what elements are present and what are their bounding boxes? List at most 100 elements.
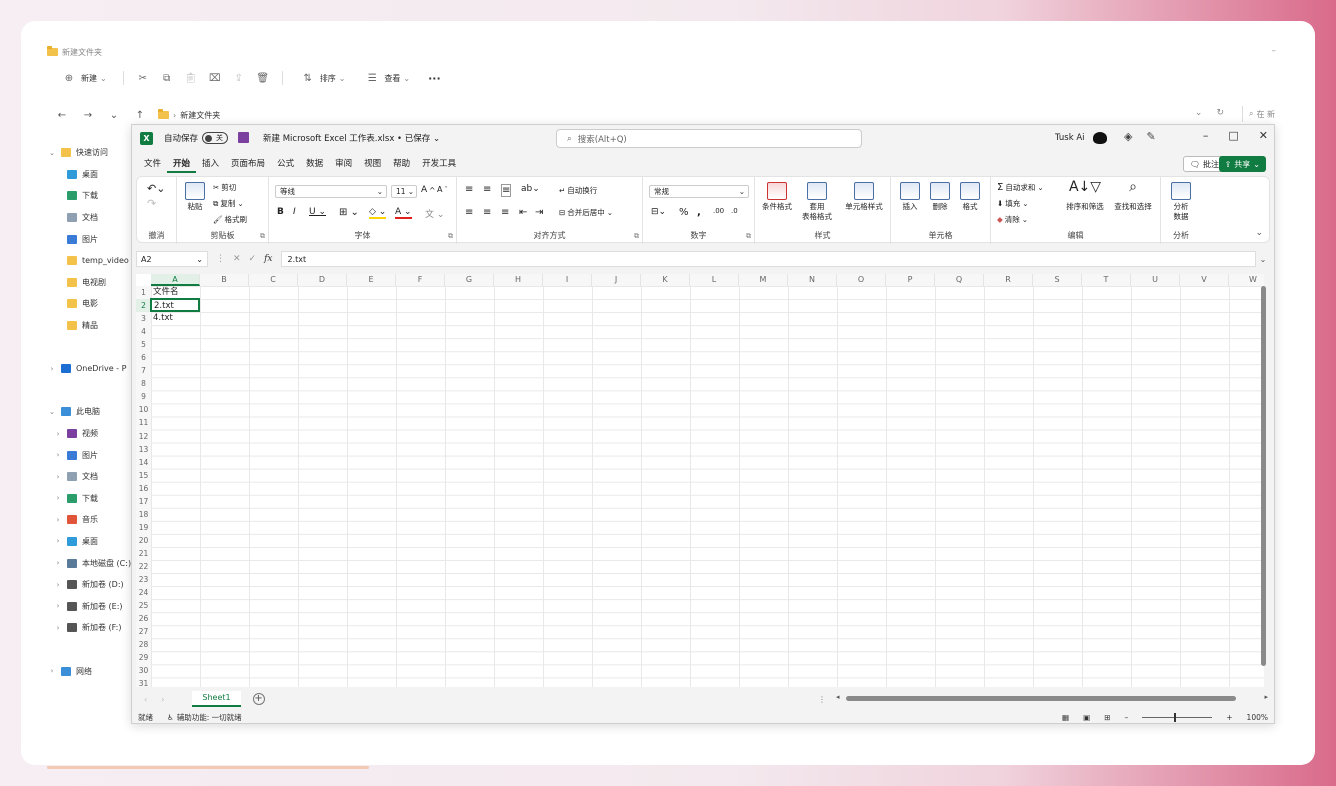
format-as-table-button[interactable]: 套用 表格格式 [797,182,837,222]
align-left-icon[interactable]: ≡ [465,207,473,218]
tab-6[interactable]: 审阅 [329,155,358,173]
column-header[interactable]: J [592,274,641,286]
column-header[interactable]: G [445,274,494,286]
close-icon[interactable]: ✕ [1259,129,1268,142]
worksheet-grid[interactable]: ABCDEFGHIJKLMNOPQRSTUVW 1 2 3 4 5 6 7 8 9 10 11 12 1… [136,274,1264,687]
increase-decimal-icon[interactable]: .00 [713,207,724,215]
format-cells-button[interactable]: 格式 [955,182,985,212]
pen-icon[interactable]: ✎ [1146,130,1155,143]
more-button[interactable]: ··· [422,70,447,87]
row-header[interactable]: 24 [136,586,151,600]
row-header[interactable]: 22 [136,559,151,574]
down-arrow-icon[interactable]: ⌄ [106,110,122,121]
sort-filter-button[interactable]: A↓▽ 排序和筛选 [1061,180,1109,212]
chevron-icon[interactable]: › [48,365,56,373]
share-button[interactable]: ⇪ 共享 ⌄ [1218,156,1266,172]
accessibility-icon[interactable]: ♿︎ [167,713,174,722]
tab-0[interactable]: 文件 [138,155,167,173]
prev-sheet-icon[interactable]: ‹ [144,695,147,704]
cut-button[interactable]: ✂ 剪切 [213,182,236,193]
column-header[interactable]: L [690,274,739,286]
row-header[interactable]: 16 [136,481,151,495]
minimize-icon[interactable]: – [1203,129,1209,142]
cut-icon[interactable]: ✂ [134,73,152,84]
align-middle-icon[interactable]: ≡ [483,184,491,195]
row-header[interactable]: 1 [136,286,151,300]
format-painter-button[interactable]: 🖌︎ 格式刷 [213,214,247,225]
zoom-out-icon[interactable]: – [1125,713,1129,722]
find-select-button[interactable]: ⌕ 查找和选择 [1109,180,1157,212]
clear-button[interactable]: ◆ 清除 ⌄ [997,214,1028,225]
column-header[interactable]: F [396,274,445,286]
row-header[interactable]: 20 [136,533,151,547]
page-break-icon[interactable]: ⊞ [1104,713,1110,722]
dialog-launcher-icon[interactable]: ⧉ [634,232,639,241]
column-header[interactable]: C [249,274,298,286]
row-header[interactable]: 2 [136,299,151,313]
row-header[interactable]: 7 [136,364,151,378]
italic-icon[interactable]: I [293,207,296,217]
chevron-icon[interactable]: ⌄ [48,408,56,416]
row-header[interactable]: 14 [136,455,151,469]
paste-icon[interactable]: 📋︎ [182,73,200,84]
chevron-icon[interactable]: › [54,624,62,632]
delete-icon[interactable]: 🗑︎ [254,73,272,84]
expand-formula-icon[interactable]: ⌄ [1256,255,1270,264]
row-header[interactable]: 15 [136,468,151,482]
shrink-font-icon[interactable]: Aˇ [437,185,448,194]
sheet-tab[interactable]: Sheet1 [192,691,241,707]
name-box[interactable]: A2 ⌄ [136,251,208,267]
row-header[interactable]: 5 [136,338,151,352]
align-right-icon[interactable]: ≡ [501,207,509,218]
vertical-scroll-thumb[interactable] [1261,286,1266,666]
align-center-icon[interactable]: ≡ [483,207,491,218]
currency-icon[interactable]: ⊟⌄ [651,207,666,217]
scroll-split-icon[interactable]: ⋮ [818,695,826,704]
zoom-in-icon[interactable]: + [1226,713,1232,722]
page-layout-icon[interactable]: ▣ [1083,713,1090,722]
column-header[interactable]: H [494,274,543,286]
save-icon[interactable] [238,132,249,143]
row-header[interactable]: 25 [136,599,151,613]
explorer-minimize-icon[interactable]: – [1272,46,1277,56]
comma-icon[interactable]: , [697,207,701,218]
paste-button[interactable]: 粘贴 [183,182,207,212]
zoom-slider[interactable] [1142,712,1213,722]
chevron-icon[interactable]: › [54,473,62,481]
row-header[interactable]: 6 [136,351,151,365]
horizontal-scrollbar[interactable]: ◂ ▸ [836,693,1268,702]
row-header[interactable]: 13 [136,442,151,456]
share-icon[interactable]: ⇪ [230,73,248,84]
row-header[interactable]: 3 [136,312,151,326]
tab-7[interactable]: 视图 [358,155,387,173]
autosave-toggle[interactable]: 自动保存 关 [164,132,229,144]
up-arrow-icon[interactable]: ↑ [132,110,148,121]
number-format-select[interactable]: 常规 ⌄ [649,185,749,198]
horizontal-scroll-thumb[interactable] [846,696,1236,701]
row-header[interactable]: 31 [136,677,151,687]
increase-indent-icon[interactable]: ⇥ [535,207,543,218]
dialog-launcher-icon[interactable]: ⧉ [448,232,453,241]
column-header[interactable]: O [837,274,886,286]
align-top-icon[interactable]: ≡ [465,184,473,195]
forward-arrow-icon[interactable]: → [80,110,96,121]
column-header[interactable]: E [347,274,396,286]
bold-icon[interactable]: B [277,207,284,217]
history-chevron-icon[interactable]: ⌄ [1195,108,1203,118]
column-header[interactable]: D [298,274,347,286]
user-account[interactable]: Tusk Ai [1055,132,1107,144]
delete-cells-button[interactable]: 删除 [925,182,955,212]
conditional-format-button[interactable]: 条件格式 [757,182,797,212]
border-icon[interactable]: ⊞ ⌄ [339,207,359,218]
copy-icon[interactable]: ⧉ [158,73,176,84]
column-header[interactable]: S [1033,274,1082,286]
row-header[interactable]: 12 [136,429,151,443]
column-header[interactable]: I [543,274,592,286]
column-header[interactable]: A [151,274,200,286]
dialog-launcher-icon[interactable]: ⧉ [260,232,265,241]
new-button[interactable]: ⊕ 新建 ⌄ [54,71,113,86]
font-name-select[interactable]: 等线 ⌄ [275,185,387,198]
cell-a2-selected[interactable]: 2.txt [150,298,200,312]
row-header[interactable]: 23 [136,573,151,587]
merge-center-button[interactable]: ⊟ 合并后居中 ⌄ [559,207,613,218]
